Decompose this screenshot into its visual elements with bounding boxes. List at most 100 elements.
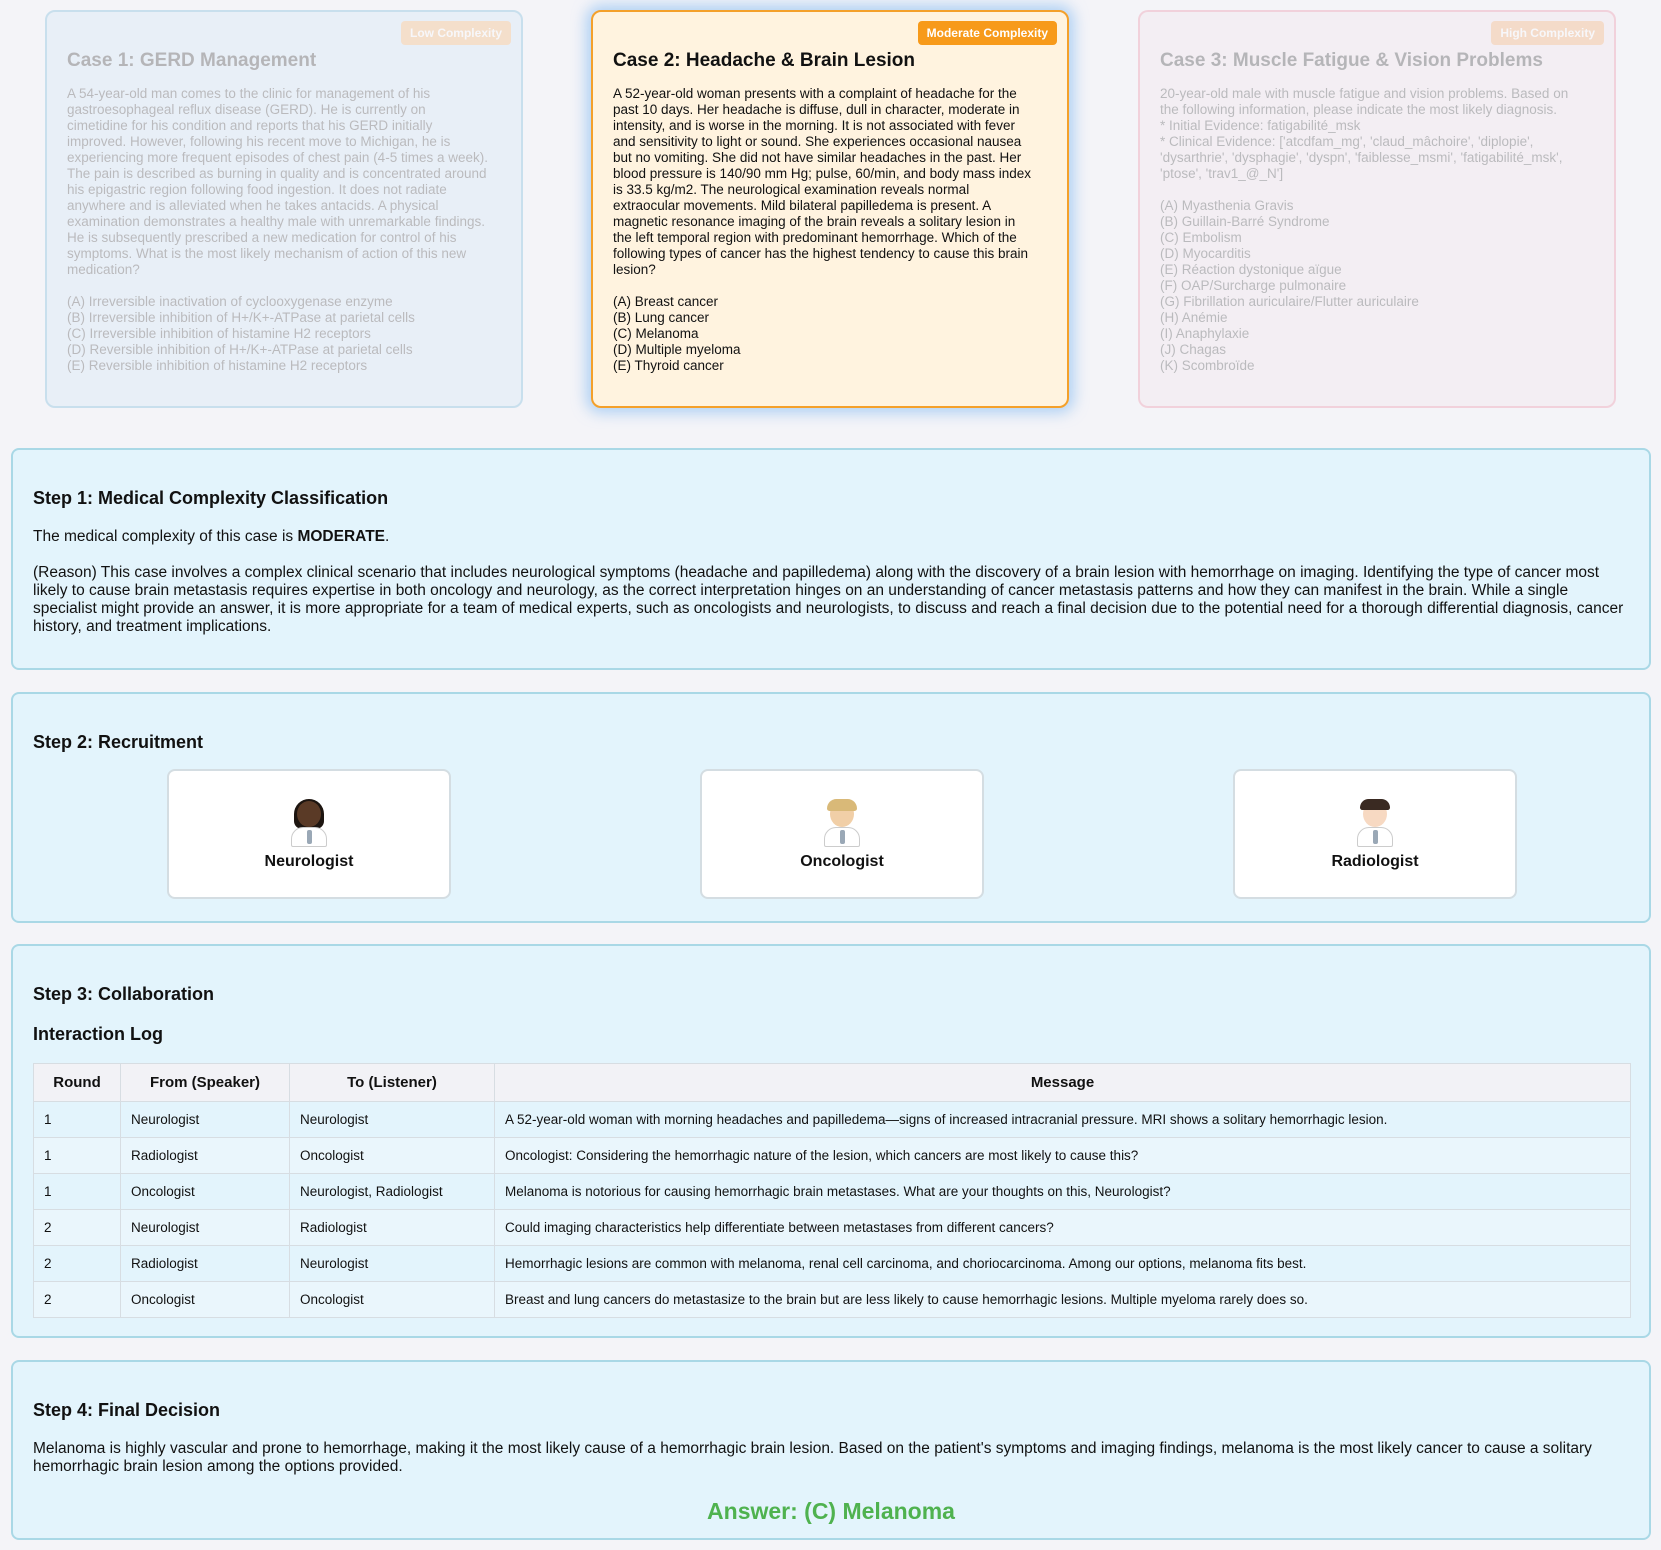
option-item: (A) Myasthenia Gravis	[1160, 198, 1294, 213]
message-cell: Hemorrhagic lesions are common with mela…	[494, 1245, 1631, 1282]
agent-name: Neurologist	[264, 853, 354, 870]
column-header-message: Message	[494, 1063, 1631, 1102]
table-row: 1 Neurologist Neurologist A 52-year-old …	[33, 1101, 1631, 1138]
option-item: (F) OAP/Surcharge pulmonaire	[1160, 278, 1347, 293]
case-options: (A) Breast cancer (B) Lung cancer (C) Me…	[613, 294, 1047, 374]
option-item: (B) Guillain-Barré Syndrome	[1160, 214, 1330, 229]
case-card-3[interactable]: High Complexity Case 3: Muscle Fatigue &…	[1138, 10, 1616, 408]
table-row: 2 Oncologist Oncologist Breast and lung …	[33, 1281, 1631, 1318]
table-header-row: Round From (Speaker) To (Listener) Messa…	[33, 1063, 1631, 1102]
complexity-badge-low: Low Complexity	[400, 21, 511, 45]
avatar-coat	[1357, 827, 1393, 847]
case-title: Case 1: GERD Management	[67, 50, 317, 71]
option-item: (C) Embolism	[1160, 230, 1242, 245]
interaction-log-table: Round From (Speaker) To (Listener) Messa…	[33, 1063, 1631, 1318]
option-item: (C) Melanoma	[613, 326, 699, 341]
table-row: 1 Radiologist Oncologist Oncologist: Con…	[33, 1137, 1631, 1174]
message-cell: Breast and lung cancers do metastasize t…	[494, 1281, 1631, 1318]
option-item: (H) Anémie	[1160, 310, 1228, 325]
case-description: A 52-year-old woman presents with a comp…	[613, 86, 1031, 277]
avatar-face	[297, 801, 321, 827]
round-cell: 2	[33, 1209, 121, 1246]
listener-cell: Neurologist	[289, 1245, 495, 1282]
option-item: (A) Breast cancer	[613, 294, 719, 309]
complexity-suffix: .	[385, 528, 390, 545]
final-decision-text: Melanoma is highly vascular and prone to…	[33, 1440, 1592, 1475]
option-item: (B) Lung cancer	[613, 310, 710, 325]
message-cell: A 52-year-old woman with morning headach…	[494, 1101, 1631, 1138]
round-cell: 1	[33, 1137, 121, 1174]
option-item: (G) Fibrillation auriculaire/Flutter aur…	[1160, 294, 1419, 309]
case-description: A 54-year-old man comes to the clinic fo…	[67, 86, 488, 277]
option-item: (C) Irreversible inhibition of histamine…	[67, 326, 371, 341]
agent-card-neurologist[interactable]: Neurologist	[167, 769, 451, 899]
round-cell: 1	[33, 1173, 121, 1210]
option-item: (D) Reversible inhibition of H+/K+-ATPas…	[67, 342, 413, 357]
avatar-coat	[291, 827, 327, 847]
complexity-level: MODERATE	[297, 528, 386, 545]
step2-title: Step 2: Recruitment	[33, 732, 204, 752]
case-card-1[interactable]: Low Complexity Case 1: GERD Management A…	[45, 10, 523, 408]
agent-card-oncologist[interactable]: Oncologist	[700, 769, 984, 899]
listener-cell: Oncologist	[289, 1137, 495, 1174]
round-cell: 1	[33, 1101, 121, 1138]
listener-cell: Radiologist	[289, 1209, 495, 1246]
option-item: (I) Anaphylaxie	[1160, 326, 1250, 341]
woman-doctor-icon	[288, 799, 330, 847]
step3-title: Step 3: Collaboration	[33, 984, 215, 1004]
step4-title: Step 4: Final Decision	[33, 1400, 221, 1420]
option-item: (D) Myocarditis	[1160, 246, 1251, 261]
speaker-cell: Oncologist	[120, 1173, 290, 1210]
option-item: (K) Scombroïde	[1160, 358, 1255, 373]
agent-name: Radiologist	[1331, 853, 1419, 870]
step1-title: Step 1: Medical Complexity Classificatio…	[33, 488, 389, 508]
step2-panel: Step 2: Recruitment Neurologist Oncologi…	[11, 692, 1651, 923]
complexity-reason: (Reason) This case involves a complex cl…	[33, 564, 1624, 635]
option-item: (J) Chagas	[1160, 342, 1227, 357]
column-header-to: To (Listener)	[289, 1063, 495, 1102]
speaker-cell: Neurologist	[120, 1209, 290, 1246]
speaker-cell: Radiologist	[120, 1137, 290, 1174]
column-header-from: From (Speaker)	[120, 1063, 290, 1102]
case-options: (A) Myasthenia Gravis (B) Guillain-Barré…	[1160, 198, 1594, 374]
table-row: 2 Neurologist Radiologist Could imaging …	[33, 1209, 1631, 1246]
option-item: (E) Thyroid cancer	[613, 358, 724, 373]
avatar-hair	[1360, 799, 1390, 810]
message-cell: Melanoma is notorious for causing hemorr…	[494, 1173, 1631, 1210]
table-row: 1 Oncologist Neurologist, Radiologist Me…	[33, 1173, 1631, 1210]
table-row: 2 Radiologist Neurologist Hemorrhagic le…	[33, 1245, 1631, 1282]
case-card-2-selected[interactable]: Moderate Complexity Case 2: Headache & B…	[591, 10, 1069, 408]
agent-card-radiologist[interactable]: Radiologist	[1233, 769, 1517, 899]
option-item: (E) Reversible inhibition of histamine H…	[67, 358, 368, 373]
case-title: Case 3: Muscle Fatigue & Vision Problems	[1160, 50, 1543, 71]
speaker-cell: Oncologist	[120, 1281, 290, 1318]
step4-panel: Step 4: Final Decision Melanoma is highl…	[11, 1360, 1651, 1540]
agent-name: Oncologist	[800, 853, 884, 870]
option-item: (A) Irreversible inactivation of cycloox…	[67, 294, 393, 309]
round-cell: 2	[33, 1245, 121, 1282]
option-item: (B) Irreversible inhibition of H+/K+-ATP…	[67, 310, 415, 325]
interaction-log-title: Interaction Log	[33, 1024, 163, 1044]
case-selector: Low Complexity Case 1: GERD Management A…	[0, 0, 1661, 420]
avatar-coat	[824, 827, 860, 847]
case-options: (A) Irreversible inactivation of cycloox…	[67, 294, 501, 374]
case-title: Case 2: Headache & Brain Lesion	[613, 50, 915, 71]
complexity-statement: The medical complexity of this case is M…	[33, 528, 1629, 546]
option-item: (D) Multiple myeloma	[613, 342, 741, 357]
step3-panel: Step 3: Collaboration Interaction Log Ro…	[11, 944, 1651, 1338]
column-header-round: Round	[33, 1063, 121, 1102]
round-cell: 2	[33, 1281, 121, 1318]
recruited-agents: Neurologist Oncologist Radiologist	[33, 769, 1629, 909]
listener-cell: Neurologist	[289, 1101, 495, 1138]
complexity-badge-high: High Complexity	[1491, 21, 1604, 45]
step1-panel: Step 1: Medical Complexity Classificatio…	[11, 448, 1651, 670]
avatar-hair	[827, 799, 857, 811]
final-answer: Answer: (C) Melanoma	[707, 1498, 955, 1524]
case-description: 20-year-old male with muscle fatigue and…	[1160, 86, 1569, 181]
man-doctor-icon	[1354, 799, 1396, 847]
doctor-icon	[821, 799, 863, 847]
complexity-badge-moderate: Moderate Complexity	[917, 21, 1057, 45]
message-cell: Oncologist: Considering the hemorrhagic …	[494, 1137, 1631, 1174]
listener-cell: Neurologist, Radiologist	[289, 1173, 495, 1210]
option-item: (E) Réaction dystonique aïgue	[1160, 262, 1342, 277]
